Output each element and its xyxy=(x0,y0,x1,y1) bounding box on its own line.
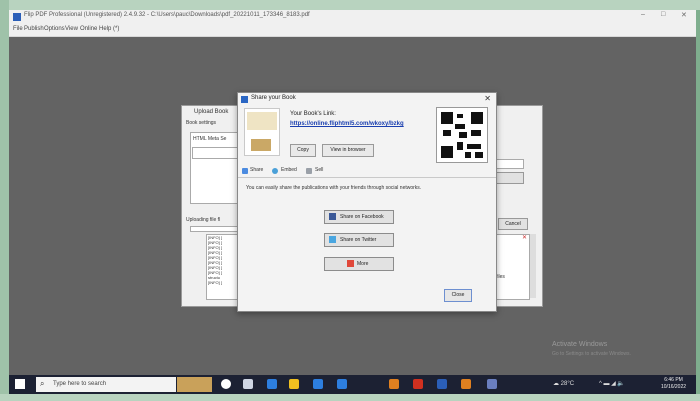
html-meta-label: HTML Meta Se xyxy=(193,136,227,142)
minimize-icon[interactable]: – xyxy=(641,11,645,18)
share-more-button[interactable]: More xyxy=(324,257,394,271)
log-scrollbar[interactable] xyxy=(530,234,536,298)
tab-share[interactable]: Share xyxy=(250,167,263,173)
maximize-icon[interactable]: □ xyxy=(661,11,665,18)
mail-icon[interactable] xyxy=(337,379,347,389)
view-in-browser-button[interactable]: View in browser xyxy=(322,144,374,157)
photo-edge-top xyxy=(0,0,700,10)
edge-icon[interactable] xyxy=(267,379,277,389)
screen: Flip PDF Professional (Unregistered) 2.4… xyxy=(9,10,696,394)
task-view-icon[interactable] xyxy=(243,379,253,389)
book-cover-thumbnail xyxy=(244,108,280,156)
close-button[interactable]: Close xyxy=(444,289,472,302)
photo-edge-left xyxy=(0,0,9,401)
search-highlight-image xyxy=(177,377,212,392)
close-window-icon[interactable]: ✕ xyxy=(681,11,687,19)
upload-progress xyxy=(190,226,240,232)
file-explorer-icon[interactable] xyxy=(289,379,299,389)
menubar: File Publish Options View Online Help (*… xyxy=(9,24,696,37)
close-log-icon[interactable]: ✕ xyxy=(522,234,527,241)
share-dialog-title: Share your Book xyxy=(251,95,296,101)
cover-image xyxy=(247,112,277,130)
opera-icon[interactable] xyxy=(413,379,423,389)
twitter-icon xyxy=(329,236,336,243)
log-line: [INFO] [ xyxy=(208,280,222,285)
share-dialog: Share your Book ✕ Your Book's Link: http… xyxy=(237,92,497,312)
activate-windows-title: Activate Windows xyxy=(552,341,608,348)
activate-windows-hint: Go to Settings to activate Windows. xyxy=(552,351,631,357)
app-titlebar: Flip PDF Professional (Unregistered) 2.4… xyxy=(9,10,696,24)
cortana-icon[interactable] xyxy=(221,379,231,389)
chrome-icon[interactable] xyxy=(461,379,471,389)
weather-temp: 28°C xyxy=(560,381,575,387)
share-facebook-button[interactable]: Share on Facebook xyxy=(324,210,394,224)
weather-widget[interactable]: ☁ 28°C xyxy=(553,380,574,387)
share-dialog-icon xyxy=(241,96,248,103)
sell-icon xyxy=(306,168,312,174)
share-description: You can easily share the publications wi… xyxy=(246,185,422,191)
word-icon[interactable] xyxy=(437,379,447,389)
flip-pdf-icon[interactable] xyxy=(487,379,497,389)
tab-sell[interactable]: Sell xyxy=(315,167,323,173)
search-placeholder: Type here to search xyxy=(53,381,107,387)
facebook-icon xyxy=(329,213,336,220)
clock-date: 10/16/2022 xyxy=(661,384,687,390)
store-icon[interactable] xyxy=(313,379,323,389)
book-link-url[interactable]: https://online.fliphtml5.com/wkoxy/bzkg xyxy=(290,121,404,127)
copy-button[interactable]: Copy xyxy=(290,144,316,157)
meta-input[interactable] xyxy=(192,147,238,159)
menu-publish[interactable]: Publish xyxy=(24,26,44,32)
share-facebook-label: Share on Facebook xyxy=(340,214,384,220)
menu-options[interactable]: Options xyxy=(44,26,65,32)
cover-image-lower xyxy=(251,139,271,151)
side-note: files xyxy=(496,274,505,280)
more-icon xyxy=(347,260,354,267)
menu-view[interactable]: View xyxy=(65,26,78,32)
photo-edge-bottom xyxy=(0,394,700,401)
meta-panel xyxy=(190,132,240,204)
upload-dialog-title: Upload Book xyxy=(194,109,229,115)
clock-time: 6:46 PM xyxy=(664,377,683,383)
share-twitter-button[interactable]: Share on Twitter xyxy=(324,233,394,247)
taskbar-search[interactable]: ⌕ Type here to search xyxy=(36,377,176,392)
menu-help[interactable]: Help (*) xyxy=(99,26,119,32)
bg-action-button[interactable] xyxy=(494,172,524,184)
search-icon: ⌕ xyxy=(40,379,45,388)
app-logo-icon xyxy=(13,13,21,21)
taskbar: ⌕ Type here to search ☁ 28°C ^ ▬ ◢ 🔈 6:4… xyxy=(9,375,696,394)
windows-start-icon[interactable] xyxy=(15,379,25,389)
clock[interactable]: 6:46 PM 10/16/2022 xyxy=(661,377,686,391)
menu-file[interactable]: File xyxy=(13,26,23,32)
tray-icons[interactable]: ^ ▬ ◢ 🔈 xyxy=(599,380,625,387)
bg-input[interactable] xyxy=(494,159,524,169)
tab-embed[interactable]: Embed xyxy=(281,167,297,173)
menu-online[interactable]: Online xyxy=(80,26,97,32)
firefox-icon[interactable] xyxy=(389,379,399,389)
uploading-label: Uploading file fl xyxy=(186,217,221,223)
share-tabs: Share Embed Sell xyxy=(238,165,496,178)
share-twitter-label: Share on Twitter xyxy=(340,237,377,243)
share-icon xyxy=(242,168,248,174)
close-dialog-icon[interactable]: ✕ xyxy=(484,94,491,103)
book-link-label: Your Book's Link: xyxy=(290,111,336,117)
cancel-button[interactable]: Cancel xyxy=(498,218,528,230)
share-more-label: More xyxy=(357,261,369,267)
embed-icon xyxy=(272,168,278,174)
app-title: Flip PDF Professional (Unregistered) 2.4… xyxy=(24,12,310,18)
qr-code xyxy=(436,107,488,163)
book-settings-label: Book settings xyxy=(186,120,217,126)
log-list: [INFO] [ [INFO] [ [INFO] [ [INFO] [ [INF… xyxy=(208,235,222,285)
